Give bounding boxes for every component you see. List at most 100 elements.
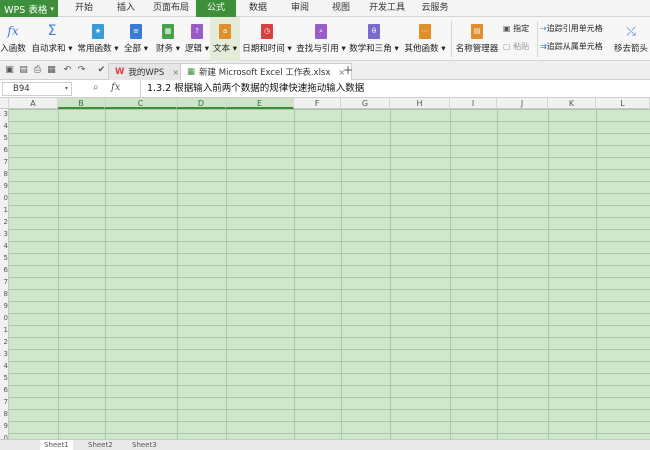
sheet-tab-1[interactable]: Sheet1 bbox=[40, 440, 73, 450]
column-header-e[interactable]: E bbox=[226, 98, 294, 109]
row-header[interactable]: 5 bbox=[0, 134, 8, 143]
column-header-b[interactable]: B bbox=[58, 98, 105, 109]
chevron-down-icon[interactable]: ▾ bbox=[65, 83, 68, 95]
row-header[interactable]: 8 bbox=[0, 170, 8, 179]
date-time-button[interactable]: ◷ 日期和时间 ▾ bbox=[242, 17, 292, 61]
define-name-button[interactable]: ▣ 指定 bbox=[503, 23, 529, 35]
insert-function-button[interactable]: fx 入函数 bbox=[0, 17, 26, 61]
column-header-i[interactable]: I bbox=[450, 98, 497, 109]
column-header-k[interactable]: K bbox=[548, 98, 596, 109]
row-header[interactable]: 0 bbox=[0, 314, 8, 323]
insert-function-label: 入函数 bbox=[0, 44, 26, 54]
row-header[interactable]: 4 bbox=[0, 122, 8, 131]
define-name-label: 指定 bbox=[513, 24, 530, 33]
tab-home[interactable]: 开始 bbox=[62, 0, 106, 17]
column-header-d[interactable]: D bbox=[177, 98, 226, 109]
select-all-corner[interactable] bbox=[0, 98, 9, 109]
common-functions-button[interactable]: ★ 常用函数 ▾ bbox=[77, 17, 119, 61]
math-trig-button[interactable]: θ 数学和三角 ▾ bbox=[348, 17, 400, 61]
column-header-f[interactable]: F bbox=[294, 98, 341, 109]
tab-developer[interactable]: 开发工具 bbox=[362, 0, 412, 17]
save-icon[interactable]: ▣ bbox=[4, 65, 15, 76]
row-header[interactable]: 9 bbox=[0, 302, 8, 311]
other-functions-label: 其他函数 bbox=[404, 44, 439, 54]
tab-formulas[interactable]: 公式 bbox=[196, 0, 236, 17]
row-header[interactable]: 6 bbox=[0, 386, 8, 395]
column-header-l[interactable]: L bbox=[596, 98, 650, 109]
row-header[interactable]: 7 bbox=[0, 398, 8, 407]
column-header-a[interactable]: A bbox=[9, 98, 58, 109]
column-header-g[interactable]: G bbox=[341, 98, 390, 109]
row-header[interactable]: 8 bbox=[0, 290, 8, 299]
new-tab-button[interactable]: + bbox=[342, 64, 354, 76]
fx-icon[interactable]: fx bbox=[111, 82, 120, 93]
trace-dependents-button[interactable]: ⇉追踪从属单元格 bbox=[540, 41, 603, 53]
sheet-tab-3[interactable]: Sheet3 bbox=[128, 440, 161, 450]
column-header-j[interactable]: J bbox=[497, 98, 548, 109]
row-header[interactable]: 9 bbox=[0, 182, 8, 191]
trace-precedents-button[interactable]: ⇢追踪引用单元格 bbox=[540, 23, 603, 35]
row-header[interactable]: 7 bbox=[0, 158, 8, 167]
paste-name-label: 粘贴 bbox=[513, 42, 530, 51]
formula-input[interactable]: 1.3.2 根据输入前两个数据的规律快速拖动输入数据 bbox=[140, 80, 650, 98]
remove-arrows-button[interactable]: ⤯ 移去箭头 bbox=[612, 17, 650, 61]
redo-icon[interactable]: ↷ bbox=[76, 65, 87, 76]
row-header[interactable]: 7 bbox=[0, 278, 8, 287]
remove-arrows-icon: ⤯ bbox=[626, 23, 636, 38]
close-icon[interactable]: × bbox=[172, 68, 179, 77]
row-header[interactable]: 6 bbox=[0, 266, 8, 275]
print-preview-icon[interactable]: ▤ bbox=[18, 65, 29, 76]
row-header[interactable]: 9 bbox=[0, 422, 8, 431]
trace-dependents-label: 追踪从属单元格 bbox=[546, 42, 603, 51]
row-header[interactable]: 3 bbox=[0, 350, 8, 359]
doc-tab-label: 新建 Microsoft Excel 工作表.xlsx bbox=[199, 68, 331, 78]
row-header[interactable]: 5 bbox=[0, 254, 8, 263]
fx-icon: fx bbox=[7, 24, 19, 38]
cell-grid[interactable] bbox=[9, 109, 650, 439]
row-header[interactable]: 2 bbox=[0, 218, 8, 227]
row-header[interactable]: 1 bbox=[0, 326, 8, 335]
lookup-reference-button[interactable]: ⌕ 查找与引用 ▾ bbox=[296, 17, 346, 61]
common-functions-label: 常用函数 bbox=[77, 44, 112, 54]
row-header[interactable]: 2 bbox=[0, 338, 8, 347]
row-header[interactable]: 1 bbox=[0, 206, 8, 215]
app-menu-button[interactable]: WPS 表格 ▾ bbox=[0, 0, 58, 17]
tab-view[interactable]: 视图 bbox=[320, 0, 362, 17]
column-header-h[interactable]: H bbox=[390, 98, 450, 109]
sigma-icon: Σ bbox=[47, 23, 57, 39]
trace-precedents-label: 追踪引用单元格 bbox=[546, 24, 603, 33]
name-box[interactable]: B94 ▾ bbox=[2, 82, 72, 96]
column-header-c[interactable]: C bbox=[105, 98, 177, 109]
undo-icon[interactable]: ↶ bbox=[62, 65, 73, 76]
tab-cloud[interactable]: 云服务 bbox=[412, 0, 458, 17]
column-headers: A B C D E F G H I J K L bbox=[0, 98, 650, 109]
row-header[interactable]: 3 bbox=[0, 230, 8, 239]
tab-review[interactable]: 审阅 bbox=[280, 0, 320, 17]
other-functions-button[interactable]: ⋯ 其他函数 ▾ bbox=[402, 17, 448, 61]
row-header[interactable]: 0 bbox=[0, 194, 8, 203]
zoom-icon[interactable]: ⌕ bbox=[93, 82, 99, 93]
all-functions-button[interactable]: ≡ 全部 ▾ bbox=[122, 17, 150, 61]
doc-tab-workbook[interactable]: ▦ 新建 Microsoft Excel 工作表.xlsx × bbox=[180, 63, 353, 80]
tab-page-layout[interactable]: 页面布局 bbox=[146, 0, 196, 17]
row-header[interactable]: 5 bbox=[0, 374, 8, 383]
row-header[interactable]: 6 bbox=[0, 146, 8, 155]
name-manager-button[interactable]: ▤ 名称管理器 bbox=[454, 17, 500, 61]
print-icon[interactable]: ⎙ bbox=[32, 65, 43, 76]
row-header[interactable]: 4 bbox=[0, 242, 8, 251]
autosum-button[interactable]: Σ 自动求和 ▾ bbox=[32, 17, 73, 61]
format-painter-icon[interactable]: ▦ bbox=[46, 65, 57, 76]
customize-toolbar-icon[interactable]: ✔ bbox=[96, 65, 107, 76]
text-functions-button[interactable]: a 文本 ▾ bbox=[210, 17, 240, 61]
tab-insert[interactable]: 插入 bbox=[106, 0, 146, 17]
row-header[interactable]: 3 bbox=[0, 110, 8, 119]
paste-name-button[interactable]: ▢ 粘贴 bbox=[503, 41, 529, 53]
logical-button[interactable]: ? 逻辑 ▾ bbox=[184, 17, 210, 61]
financial-button[interactable]: ▦ 财务 ▾ bbox=[154, 17, 182, 61]
grid-line bbox=[548, 109, 549, 439]
row-header[interactable]: 4 bbox=[0, 362, 8, 371]
row-header[interactable]: 8 bbox=[0, 410, 8, 419]
doc-tab-my-wps[interactable]: W 我的WPS × bbox=[108, 63, 187, 80]
sheet-tab-2[interactable]: Sheet2 bbox=[84, 440, 117, 450]
tab-data[interactable]: 数据 bbox=[236, 0, 280, 17]
